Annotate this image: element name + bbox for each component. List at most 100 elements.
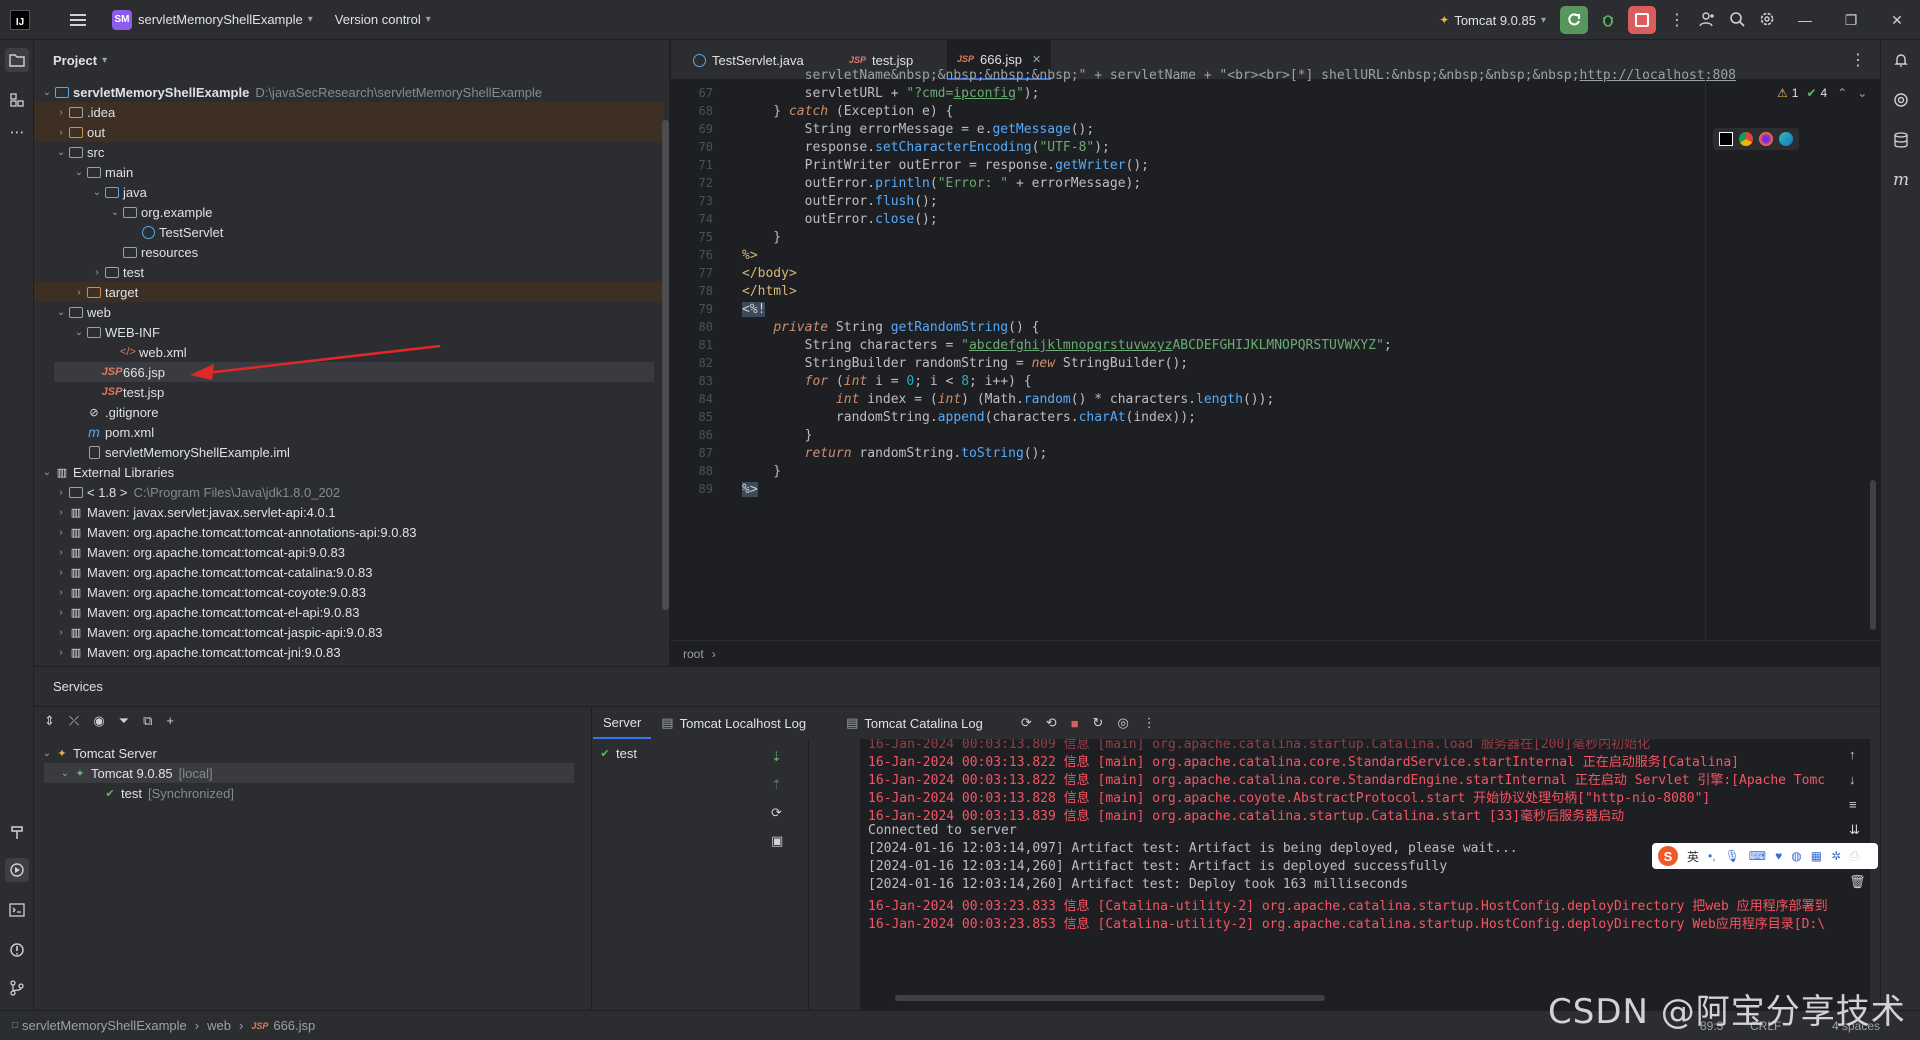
add-service-icon[interactable]: + (166, 713, 174, 729)
tree-node-external-libraries[interactable]: ⌄ ▥ External Libraries (40, 462, 174, 482)
expand-arrow-icon[interactable]: ⌄ (58, 768, 72, 779)
tree-node-jdk[interactable]: › < 1.8 > C:\Program Files\Java\jdk1.8.0… (54, 482, 340, 502)
breadcrumb-item[interactable]: root (683, 647, 704, 661)
service-node-tomcat-instance[interactable]: ⌄ ✦ Tomcat 9.0.85 [local] (44, 763, 574, 783)
stop-button[interactable] (1628, 6, 1656, 34)
firefox-icon[interactable] (1759, 132, 1773, 146)
microphone-icon[interactable]: 🎙 (1725, 849, 1740, 863)
collapsed-arrow-icon[interactable]: › (72, 287, 86, 298)
expand-arrow-icon[interactable]: ⌄ (54, 307, 68, 318)
tree-node-web[interactable]: ⌄ web (54, 302, 111, 322)
tree-node-maven-lib[interactable]: › ▥ Maven: javax.servlet:javax.servlet-a… (54, 502, 335, 522)
project-scrollbar[interactable] (662, 120, 669, 610)
console-h-scrollbar[interactable] (895, 995, 1325, 1001)
tree-node-maven-lib[interactable]: › ▥ Maven: org.apache.tomcat:tomcat-anno… (54, 522, 416, 542)
collapsed-arrow-icon[interactable]: › (54, 547, 68, 558)
project-panel-header[interactable]: Project ▾ (34, 40, 669, 80)
tree-node-maven-lib[interactable]: › ▥ Maven: org.apache.tomcat:tomcat-cata… (54, 562, 372, 582)
toolbox-icon[interactable]: ▦ (1811, 849, 1822, 863)
open-in-new-tab-icon[interactable]: ⧉ (143, 713, 152, 729)
editor-scrollbar[interactable] (1870, 480, 1876, 630)
minimize-window-button[interactable]: — (1782, 12, 1828, 28)
tab-server[interactable]: Server (593, 707, 652, 739)
status-breadcrumb-file[interactable]: 666.jsp (273, 1018, 315, 1033)
tree-node-java[interactable]: ⌄ java (90, 182, 147, 202)
collapsed-arrow-icon[interactable]: › (54, 567, 68, 578)
collapse-all-icon[interactable]: ⤫ (69, 713, 79, 729)
scroll-down-icon[interactable]: ↓ (1849, 772, 1866, 787)
clear-all-trash-icon[interactable]: 🗑 (1849, 874, 1866, 890)
database-tool-icon[interactable] (1889, 128, 1913, 152)
skin-icon[interactable]: ♥ (1775, 849, 1782, 863)
ime-mode-label[interactable]: 英 (1687, 848, 1699, 865)
tree-node-iml[interactable]: servletMemoryShellExample.iml (86, 442, 290, 462)
stop-icon[interactable]: ■ (1071, 716, 1079, 731)
sogou-logo-icon[interactable]: S (1658, 846, 1678, 866)
tree-node-web-xml[interactable]: </> web.xml (120, 342, 187, 362)
undeploy-icon[interactable]: ⇡ (771, 777, 783, 793)
expand-arrow-icon[interactable]: ⌄ (40, 87, 54, 98)
deploy-icon[interactable]: ⇣ (771, 749, 783, 765)
services-tool-icon[interactable] (5, 858, 29, 882)
expand-arrow-icon[interactable]: ⌄ (72, 327, 86, 338)
collapsed-arrow-icon[interactable]: › (54, 587, 68, 598)
tree-node-testservlet[interactable]: TestServlet (140, 222, 223, 242)
tree-node-src[interactable]: ⌄ src (54, 142, 105, 162)
restore-window-button[interactable]: ❐ (1828, 12, 1874, 29)
update-app-button[interactable] (1560, 6, 1588, 34)
notifications-bell-icon[interactable] (1889, 48, 1913, 72)
tree-node-web-inf[interactable]: ⌄ WEB-INF (72, 322, 160, 342)
chrome-icon[interactable] (1739, 132, 1753, 146)
run-config-selector[interactable]: ✦ Tomcat 9.0.85 ▾ (1439, 13, 1546, 28)
code-area[interactable]: servletName&nbsp;&nbsp;&nbsp;&nbsp;" + s… (671, 68, 1880, 630)
expand-arrow-icon[interactable]: ⌄ (54, 147, 68, 158)
ai-assistant-icon[interactable] (1889, 88, 1913, 112)
git-tool-icon[interactable] (5, 976, 29, 1000)
collapsed-arrow-icon[interactable]: › (54, 627, 68, 638)
tab-options-icon[interactable]: ⋮ (1850, 50, 1866, 70)
scroll-to-end-icon[interactable]: ⇊ (1849, 822, 1866, 838)
collapsed-arrow-icon[interactable]: › (54, 107, 68, 118)
collapsed-arrow-icon[interactable]: › (54, 487, 68, 498)
edge-icon[interactable] (1779, 132, 1793, 146)
restart-debug-icon[interactable]: ⟲ (1046, 715, 1057, 731)
tree-node-maven-lib[interactable]: › ▥ Maven: org.apache.tomcat:tomcat-jni:… (54, 642, 340, 662)
tree-node-maven-lib[interactable]: › ▥ Maven: org.apache.tomcat:tomcat-el-a… (54, 602, 359, 622)
status-breadcrumb-folder[interactable]: web (207, 1018, 231, 1033)
tree-node-test-jsp[interactable]: JSP test.jsp (102, 382, 165, 402)
project-switcher[interactable]: SM servletMemoryShellExample ▾ (86, 9, 313, 30)
expand-arrow-icon[interactable]: ⌄ (40, 467, 54, 478)
tree-node-target[interactable]: › target (34, 282, 664, 302)
tree-node-pom-xml[interactable]: m pom.xml (86, 422, 154, 442)
settings-gear-icon[interactable] (1752, 11, 1782, 30)
tree-node-out[interactable]: › out (34, 122, 664, 142)
expand-arrow-icon[interactable]: ⌄ (72, 167, 86, 178)
console-output[interactable]: 16-Jan-2024 00:03:13.809 信息 [main] org.a… (860, 739, 1870, 1011)
service-node-tomcat-server[interactable]: ⌄ ✦ Tomcat Server (40, 743, 157, 763)
tree-node-org-example[interactable]: ⌄ org.example (108, 202, 213, 222)
redeploy-icon[interactable]: ⟳ (771, 805, 783, 821)
tab-localhost-log[interactable]: ▤ Tomcat Localhost Log (651, 707, 816, 739)
print-icon[interactable]: ⎙ (1849, 848, 1866, 864)
build-tool-hammer-icon[interactable] (5, 820, 29, 844)
inspection-widget[interactable]: ⚠ 1 ✔ 4 ⌃ ⌄ (1777, 86, 1868, 100)
chevron-down-icon[interactable]: ⌄ (1857, 86, 1867, 100)
more-options-icon[interactable]: ⋮ (1143, 715, 1156, 731)
vcs-menu[interactable]: Version control ▾ (335, 12, 431, 27)
close-window-button[interactable]: ✕ (1874, 12, 1920, 29)
expand-arrow-icon[interactable]: ⌄ (90, 187, 104, 198)
search-icon[interactable] (1722, 11, 1752, 30)
problems-tool-icon[interactable] (5, 938, 29, 962)
collapsed-arrow-icon[interactable]: › (54, 507, 68, 518)
more-actions-icon[interactable]: ⋮ (1662, 10, 1692, 30)
game-icon[interactable]: ◍ (1791, 849, 1801, 863)
debug-button[interactable] (1594, 6, 1622, 34)
tree-node-main[interactable]: ⌄ main (72, 162, 133, 182)
tree-node-resources[interactable]: resources (122, 242, 198, 262)
more-tools-icon[interactable]: ⋯ (5, 120, 29, 144)
service-node-artifact-test[interactable]: ✔ test [Synchronized] (102, 783, 234, 803)
maven-tool-icon[interactable]: m (1889, 168, 1913, 192)
update-icon[interactable]: ⟳ (1021, 715, 1032, 731)
tree-node-idea[interactable]: › .idea (34, 102, 664, 122)
keyboard-icon[interactable]: ⌨ (1749, 849, 1766, 863)
